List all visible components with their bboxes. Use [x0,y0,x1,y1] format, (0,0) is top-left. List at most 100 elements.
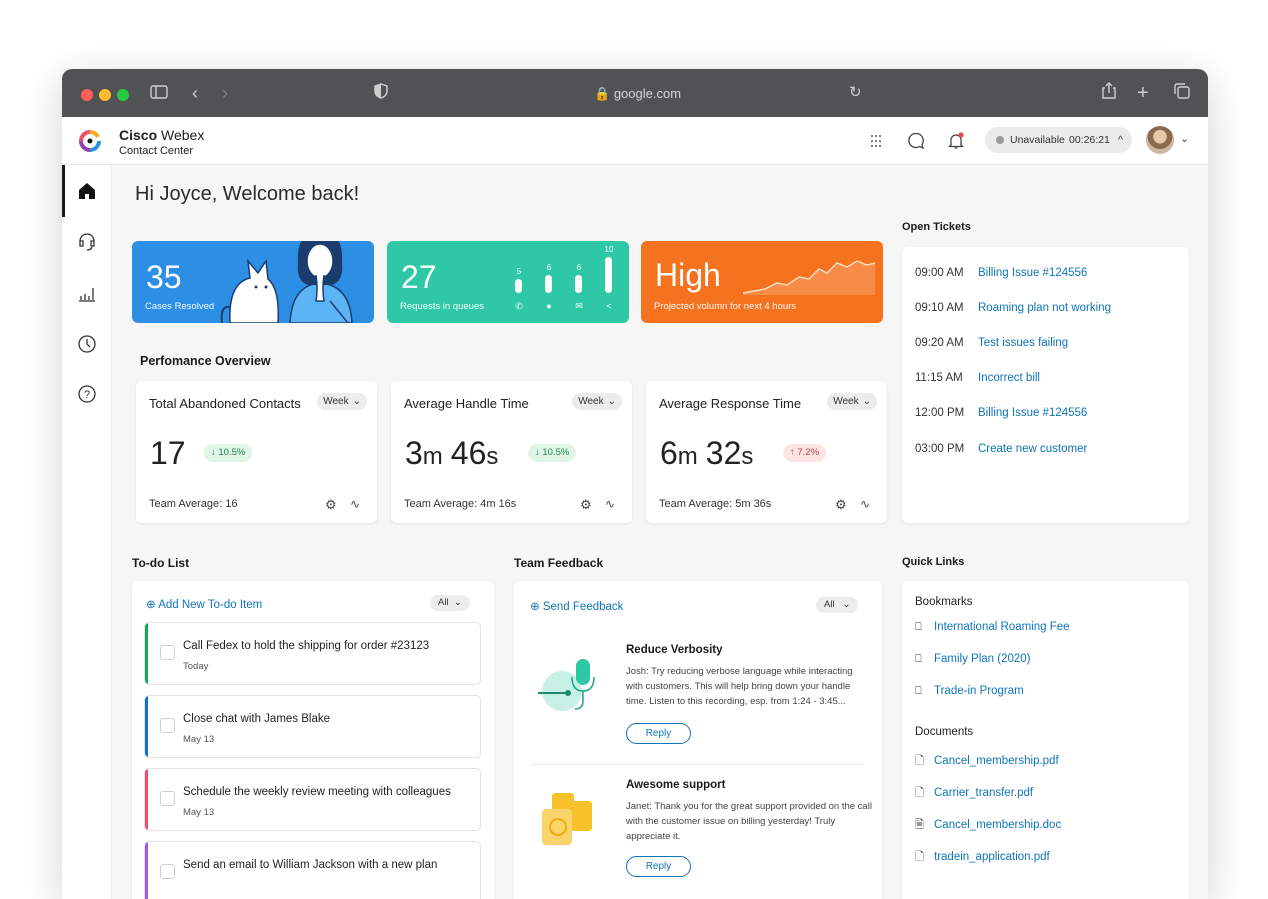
availability-status-dropdown[interactable]: Unavailable 00:26:21 ^ [985,127,1132,153]
user-avatar[interactable] [1146,126,1174,154]
todo-item[interactable]: Close chat with James Blake May 13 [144,695,481,758]
document-label: Carrier_transfer.pdf [934,787,1034,799]
todo-item[interactable]: Send an email to William Jackson with a … [144,841,481,899]
headset-icon[interactable] [76,231,98,253]
bookmark-label: Trade-in Program [934,685,1024,697]
chevron-down-icon[interactable]: ⌄ [1180,132,1189,145]
projected-volume-tile[interactable]: High Projected volumn for next 4 hours [641,241,883,323]
settings-gear-icon[interactable]: ⚙ [580,497,592,513]
documents-illustration [542,793,592,845]
new-tab-icon[interactable]: + [1137,82,1149,104]
metric-title: Average Response Time [659,396,802,411]
sidebar-toggle-icon[interactable] [150,82,168,104]
help-icon[interactable]: ? [76,383,98,405]
ticket-row[interactable]: 12:00 PM Billing Issue #124556 [915,407,1087,419]
queue-count: 6 [546,263,552,272]
projected-volume-value: High [655,257,721,293]
queue-bar [605,257,612,293]
period-dropdown[interactable]: Week ⌄ [572,393,622,410]
ticket-row[interactable]: 09:00 AM Billing Issue #124556 [915,267,1087,279]
period-dropdown[interactable]: Week ⌄ [827,393,877,410]
document-link[interactable]: 🗎 Cancel_membership.doc [915,816,1061,835]
ticket-link[interactable]: Create new customer [978,443,1087,455]
ticket-time: 03:00 PM [915,443,965,455]
maximize-window-button[interactable] [117,89,129,101]
requests-in-queues-label: Requests in queues [400,301,484,312]
share-icon[interactable] [1102,82,1116,104]
plus-circle-icon: ⊕ [146,599,156,611]
trend-pulse-icon[interactable]: ∿ [605,497,615,511]
back-icon[interactable]: ‹ [192,82,198,104]
requests-in-queues-tile[interactable]: 27 Requests in queues 5 ✆ 6 ● 6 ✉ 10 < [387,241,629,323]
ticket-row[interactable]: 09:10 AM Roaming plan not working [915,302,1111,314]
bookmark-link[interactable]: ⎕ International Roaming Fee [915,621,1070,634]
send-feedback-button[interactable]: ⊕ Send Feedback [530,599,623,613]
settings-gear-icon[interactable]: ⚙ [325,497,337,513]
ticket-row[interactable]: 11:15 AM Incorrect bill [915,372,1040,384]
settings-gear-icon[interactable]: ⚙ [835,497,847,513]
ticket-link[interactable]: Billing Issue #124556 [978,407,1087,419]
forward-icon[interactable]: › [222,82,228,104]
shield-icon[interactable] [374,82,388,104]
todo-item[interactable]: Call Fedex to hold the shipping for orde… [144,622,481,685]
chevron-down-icon: ⌄ [862,396,871,407]
delta-badge: ↑ 7.2% [783,444,827,462]
feedback-filter-dropdown[interactable]: All ⌄ [816,597,859,613]
trend-pulse-icon[interactable]: ∿ [350,497,360,511]
metric-value: 6m 32s [660,435,754,471]
delta-badge: ↓ 10.5% [204,444,253,462]
add-todo-button[interactable]: ⊕ Add New To-do Item [146,597,262,611]
ticket-row[interactable]: 03:00 PM Create new customer [915,443,1087,455]
cases-resolved-tile[interactable]: 35 Cases Resolved [132,241,374,323]
performance-overview-title: Perfomance Overview [140,354,271,368]
pdf-icon: 🗋 [915,851,924,863]
pdf-icon: 🗋 [915,755,924,767]
delta-badge: ↓ 10.5% [528,444,577,462]
trend-pulse-icon[interactable]: ∿ [860,497,870,511]
nav-active-indicator [62,165,65,217]
analytics-icon[interactable] [76,283,98,305]
reply-button[interactable]: Reply [626,856,691,877]
ticket-link[interactable]: Roaming plan not working [978,302,1111,314]
app-grid-icon[interactable] [866,131,886,151]
document-label: tradein_application.pdf [934,851,1050,863]
reply-button[interactable]: Reply [626,723,691,744]
minimize-window-button[interactable] [99,89,111,101]
bookmarks-heading: Bookmarks [915,596,973,608]
bookmark-link[interactable]: ⎕ Trade-in Program [915,685,1024,698]
reload-icon[interactable]: ↻ [849,82,862,104]
document-link[interactable]: 🗋 tradein_application.pdf [915,848,1050,867]
svg-text:?: ? [84,389,90,401]
todo-checkbox[interactable] [160,645,175,660]
history-clock-icon[interactable] [76,333,98,355]
metric-value: 3m 46s [405,435,499,471]
open-tickets-card: 09:00 AM Billing Issue #124556 09:10 AM Roa… [902,247,1189,523]
todo-item[interactable]: Schedule the weekly review meeting with … [144,768,481,831]
todo-checkbox[interactable] [160,791,175,806]
document-link[interactable]: 🗋 Carrier_transfer.pdf [915,784,1033,803]
todo-text: Close chat with James Blake [183,713,331,725]
todo-checkbox[interactable] [160,718,175,733]
projected-volume-label: Projected volumn for next 4 hours [654,301,797,312]
ticket-link[interactable]: Billing Issue #124556 [978,267,1087,279]
todo-filter-dropdown[interactable]: All ⌄ [430,595,470,611]
bookmark-link[interactable]: ⎕ Family Plan (2020) [915,653,1031,666]
documents-heading: Documents [915,726,974,738]
tabs-overview-icon[interactable] [1174,82,1190,104]
close-window-button[interactable] [81,89,93,101]
period-label: Week [323,396,349,407]
period-dropdown[interactable]: Week ⌄ [317,393,367,410]
bookmark-icon: ⎕ [915,621,922,633]
notification-bell-icon[interactable] [946,131,966,151]
team-feedback-title: Team Feedback [514,556,604,570]
address-bar[interactable]: 🔒 google.com [594,86,681,102]
ticket-link[interactable]: Test issues failing [978,337,1068,349]
ticket-row[interactable]: 09:20 AM Test issues failing [915,337,1068,349]
todo-checkbox[interactable] [160,864,175,879]
todo-list-title: To-do List [132,556,190,570]
period-label: Week [833,396,859,407]
home-icon[interactable] [76,180,98,202]
ticket-link[interactable]: Incorrect bill [978,372,1040,384]
document-link[interactable]: 🗋 Cancel_membership.pdf [915,752,1059,771]
chat-icon[interactable] [906,131,926,151]
